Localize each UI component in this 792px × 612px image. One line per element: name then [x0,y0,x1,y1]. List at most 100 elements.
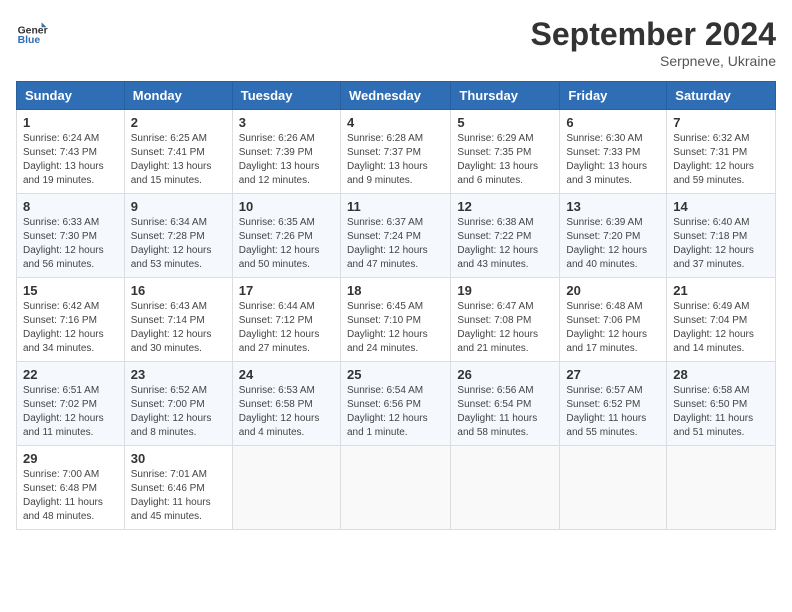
month-year: September 2024 [531,16,776,53]
day-number: 21 [673,283,769,298]
table-row: 22 Sunrise: 6:51 AM Sunset: 7:02 PM Dayl… [17,362,125,446]
table-row: 6 Sunrise: 6:30 AM Sunset: 7:33 PM Dayli… [560,110,667,194]
table-row: 1 Sunrise: 6:24 AM Sunset: 7:43 PM Dayli… [17,110,125,194]
table-row [232,446,340,530]
table-row: 18 Sunrise: 6:45 AM Sunset: 7:10 PM Dayl… [340,278,450,362]
day-info: Sunrise: 6:54 AM Sunset: 6:56 PM Dayligh… [347,384,444,440]
table-row: 23 Sunrise: 6:52 AM Sunset: 7:00 PM Dayl… [124,362,232,446]
day-info: Sunrise: 6:28 AM Sunset: 7:37 PM Dayligh… [347,132,444,188]
day-number: 3 [239,115,334,130]
day-info: Sunrise: 6:52 AM Sunset: 7:00 PM Dayligh… [131,384,226,440]
calendar: Sunday Monday Tuesday Wednesday Thursday… [16,81,776,530]
day-info: Sunrise: 6:30 AM Sunset: 7:33 PM Dayligh… [566,132,660,188]
table-row: 28 Sunrise: 6:58 AM Sunset: 6:50 PM Dayl… [667,362,776,446]
col-monday: Monday [124,82,232,110]
table-row: 19 Sunrise: 6:47 AM Sunset: 7:08 PM Dayl… [451,278,560,362]
day-info: Sunrise: 6:38 AM Sunset: 7:22 PM Dayligh… [457,216,553,272]
day-number: 22 [23,367,118,382]
table-row: 27 Sunrise: 6:57 AM Sunset: 6:52 PM Dayl… [560,362,667,446]
day-info: Sunrise: 6:40 AM Sunset: 7:18 PM Dayligh… [673,216,769,272]
day-number: 17 [239,283,334,298]
table-row: 11 Sunrise: 6:37 AM Sunset: 7:24 PM Dayl… [340,194,450,278]
calendar-week-row: 8 Sunrise: 6:33 AM Sunset: 7:30 PM Dayli… [17,194,776,278]
table-row: 29 Sunrise: 7:00 AM Sunset: 6:48 PM Dayl… [17,446,125,530]
day-number: 25 [347,367,444,382]
table-row: 17 Sunrise: 6:44 AM Sunset: 7:12 PM Dayl… [232,278,340,362]
day-info: Sunrise: 6:26 AM Sunset: 7:39 PM Dayligh… [239,132,334,188]
day-number: 12 [457,199,553,214]
table-row: 26 Sunrise: 6:56 AM Sunset: 6:54 PM Dayl… [451,362,560,446]
calendar-week-row: 1 Sunrise: 6:24 AM Sunset: 7:43 PM Dayli… [17,110,776,194]
calendar-week-row: 29 Sunrise: 7:00 AM Sunset: 6:48 PM Dayl… [17,446,776,530]
table-row: 8 Sunrise: 6:33 AM Sunset: 7:30 PM Dayli… [17,194,125,278]
day-info: Sunrise: 6:35 AM Sunset: 7:26 PM Dayligh… [239,216,334,272]
day-info: Sunrise: 6:25 AM Sunset: 7:41 PM Dayligh… [131,132,226,188]
svg-text:Blue: Blue [18,35,41,46]
table-row: 16 Sunrise: 6:43 AM Sunset: 7:14 PM Dayl… [124,278,232,362]
title-block: September 2024 Serpneve, Ukraine [531,16,776,69]
day-info: Sunrise: 6:37 AM Sunset: 7:24 PM Dayligh… [347,216,444,272]
logo: General Blue [16,16,48,48]
table-row: 4 Sunrise: 6:28 AM Sunset: 7:37 PM Dayli… [340,110,450,194]
day-number: 28 [673,367,769,382]
calendar-week-row: 22 Sunrise: 6:51 AM Sunset: 7:02 PM Dayl… [17,362,776,446]
day-info: Sunrise: 6:45 AM Sunset: 7:10 PM Dayligh… [347,300,444,356]
day-info: Sunrise: 6:44 AM Sunset: 7:12 PM Dayligh… [239,300,334,356]
table-row: 25 Sunrise: 6:54 AM Sunset: 6:56 PM Dayl… [340,362,450,446]
day-number: 13 [566,199,660,214]
table-row: 5 Sunrise: 6:29 AM Sunset: 7:35 PM Dayli… [451,110,560,194]
col-saturday: Saturday [667,82,776,110]
table-row [560,446,667,530]
day-number: 29 [23,451,118,466]
day-number: 7 [673,115,769,130]
location: Serpneve, Ukraine [531,53,776,69]
day-info: Sunrise: 6:49 AM Sunset: 7:04 PM Dayligh… [673,300,769,356]
table-row: 13 Sunrise: 6:39 AM Sunset: 7:20 PM Dayl… [560,194,667,278]
day-info: Sunrise: 6:34 AM Sunset: 7:28 PM Dayligh… [131,216,226,272]
day-number: 30 [131,451,226,466]
day-number: 4 [347,115,444,130]
col-thursday: Thursday [451,82,560,110]
day-number: 18 [347,283,444,298]
day-number: 14 [673,199,769,214]
day-number: 5 [457,115,553,130]
day-number: 19 [457,283,553,298]
day-info: Sunrise: 6:56 AM Sunset: 6:54 PM Dayligh… [457,384,553,440]
day-number: 23 [131,367,226,382]
day-info: Sunrise: 6:47 AM Sunset: 7:08 PM Dayligh… [457,300,553,356]
day-number: 26 [457,367,553,382]
day-number: 15 [23,283,118,298]
table-row: 15 Sunrise: 6:42 AM Sunset: 7:16 PM Dayl… [17,278,125,362]
day-number: 2 [131,115,226,130]
day-info: Sunrise: 6:39 AM Sunset: 7:20 PM Dayligh… [566,216,660,272]
table-row [340,446,450,530]
day-number: 8 [23,199,118,214]
day-number: 20 [566,283,660,298]
day-number: 10 [239,199,334,214]
day-info: Sunrise: 6:43 AM Sunset: 7:14 PM Dayligh… [131,300,226,356]
day-info: Sunrise: 6:51 AM Sunset: 7:02 PM Dayligh… [23,384,118,440]
col-sunday: Sunday [17,82,125,110]
table-row: 10 Sunrise: 6:35 AM Sunset: 7:26 PM Dayl… [232,194,340,278]
table-row: 24 Sunrise: 6:53 AM Sunset: 6:58 PM Dayl… [232,362,340,446]
logo-icon: General Blue [16,16,48,48]
table-row: 7 Sunrise: 6:32 AM Sunset: 7:31 PM Dayli… [667,110,776,194]
day-info: Sunrise: 6:48 AM Sunset: 7:06 PM Dayligh… [566,300,660,356]
day-info: Sunrise: 7:00 AM Sunset: 6:48 PM Dayligh… [23,468,118,524]
day-info: Sunrise: 6:42 AM Sunset: 7:16 PM Dayligh… [23,300,118,356]
calendar-week-row: 15 Sunrise: 6:42 AM Sunset: 7:16 PM Dayl… [17,278,776,362]
table-row: 2 Sunrise: 6:25 AM Sunset: 7:41 PM Dayli… [124,110,232,194]
table-row: 3 Sunrise: 6:26 AM Sunset: 7:39 PM Dayli… [232,110,340,194]
day-info: Sunrise: 6:29 AM Sunset: 7:35 PM Dayligh… [457,132,553,188]
day-number: 11 [347,199,444,214]
col-wednesday: Wednesday [340,82,450,110]
day-info: Sunrise: 6:24 AM Sunset: 7:43 PM Dayligh… [23,132,118,188]
day-number: 9 [131,199,226,214]
table-row: 9 Sunrise: 6:34 AM Sunset: 7:28 PM Dayli… [124,194,232,278]
day-info: Sunrise: 7:01 AM Sunset: 6:46 PM Dayligh… [131,468,226,524]
day-number: 27 [566,367,660,382]
table-row: 20 Sunrise: 6:48 AM Sunset: 7:06 PM Dayl… [560,278,667,362]
table-row [667,446,776,530]
table-row: 12 Sunrise: 6:38 AM Sunset: 7:22 PM Dayl… [451,194,560,278]
day-info: Sunrise: 6:53 AM Sunset: 6:58 PM Dayligh… [239,384,334,440]
